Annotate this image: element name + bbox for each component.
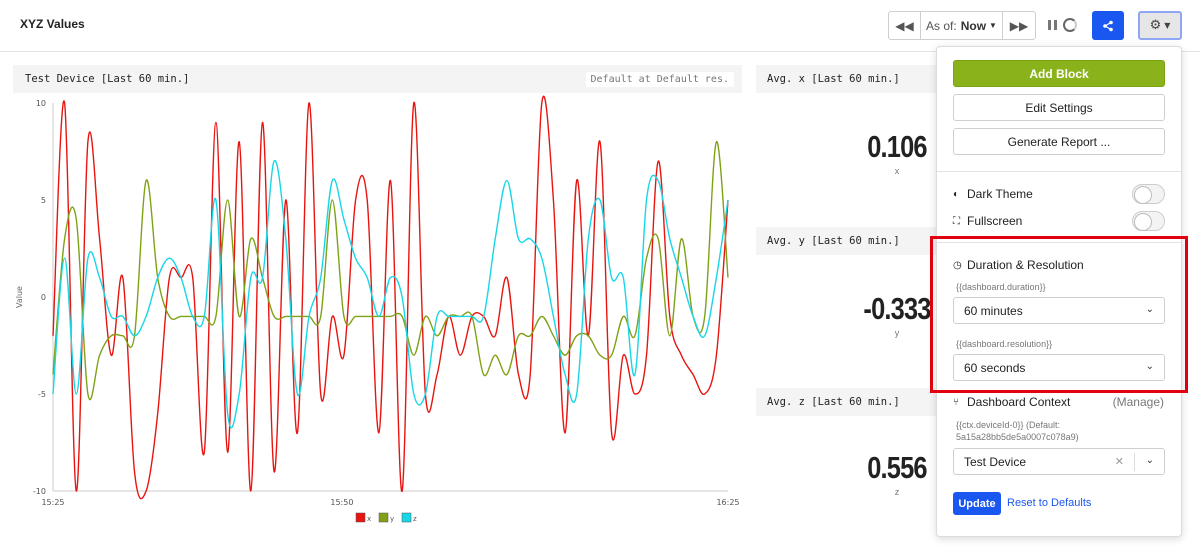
stat-panel-header: Avg. x [Last 60 min.] [756,65,936,93]
legend-label-y: y [390,515,394,523]
fast-forward-button[interactable]: ▶▶ [1003,12,1035,39]
chart-panel-header: Test Device [Last 60 min.] Default at De… [13,65,742,93]
x-tick-label: 16:25 [716,498,739,507]
y-tick-label: 5 [41,196,46,205]
generate-report-button[interactable]: Generate Report ... [953,128,1165,155]
fullscreen-label: Fullscreen [967,214,1023,228]
settings-button[interactable]: ⚙ ▼ [1138,11,1182,40]
gear-icon: ⚙ [1149,18,1162,33]
chart-panel-title: Test Device [Last 60 min.] [25,73,190,85]
y-axis-label: Value [15,286,24,308]
manage-link[interactable]: (Manage) [1113,395,1164,409]
stat-label: x [894,166,900,176]
share-icon [1103,20,1113,31]
y-tick-label: -10 [33,487,46,496]
as-of-label: As of: [926,18,957,33]
stat-panel-header: Avg. z [Last 60 min.] [756,388,936,416]
reset-defaults-link[interactable]: Reset to Defaults [1007,497,1091,509]
x-tick-label: 15:25 [41,498,64,507]
rewind-button[interactable]: ◀◀ [889,12,921,39]
stat-panel-title: Avg. y [Last 60 min.] [767,235,900,247]
series-line-z [52,160,729,429]
context-hint-line2: 5a15a28bb5de5a0007c078a9) [956,432,1079,442]
stat-label: z [894,487,900,497]
stat-value: 0.556 [867,450,927,485]
fast-forward-icon: ▶▶ [1009,18,1029,33]
device-value: Test Device [964,454,1027,469]
stat-panel-y: Avg. y [Last 60 min.] -0.333 y [756,227,936,375]
rewind-icon: ◀◀ [895,18,914,33]
stat-body: 0.106 x [756,93,936,213]
y-tick-label: 10 [36,99,46,108]
legend-swatch-y [378,512,389,523]
update-button[interactable]: Update [953,492,1001,515]
legend-swatch-x [355,512,366,523]
highlight-annotation [930,236,1188,393]
y-tick-label: -5 [38,390,46,399]
context-section-label: Dashboard Context [967,395,1071,409]
pause-icon[interactable] [1048,20,1058,30]
series-line-x [52,95,729,500]
dark-theme-toggle[interactable] [1132,184,1165,204]
fullscreen-icon: ⛶ [953,215,960,227]
dark-theme-row: ◐ Dark Theme [953,184,1165,204]
as-of-dropdown[interactable]: As of: Now ▼ [921,12,1003,39]
stat-label: y [894,328,900,338]
stat-body: -0.333 y [756,255,936,375]
add-block-button[interactable]: Add Block [953,60,1165,87]
legend-label-z: z [413,515,417,523]
fullscreen-toggle[interactable] [1132,211,1165,231]
clear-icon[interactable]: ✕ [1115,455,1124,468]
spinner-icon [1063,18,1077,32]
time-controls: ◀◀ As of: Now ▼ ▶▶ [888,11,1036,40]
caret-down-icon: ▼ [1164,21,1171,30]
legend-label-x: x [367,515,371,523]
fullscreen-row: ⛶ Fullscreen [953,211,1165,231]
context-section-title: ⑂ Dashboard Context [953,395,1070,409]
divider [937,171,1181,172]
stat-panel-title: Avg. z [Last 60 min.] [767,396,900,408]
stat-panel-title: Avg. x [Last 60 min.] [767,73,900,85]
dark-theme-label: Dark Theme [967,187,1033,201]
as-of-value: Now [960,18,987,33]
header-bar: XYZ Values ◀◀ As of: Now ▼ ▶▶ ⚙ ▼ [0,0,1200,52]
page-title: XYZ Values [20,17,85,31]
legend-swatch-z [401,512,412,523]
stat-value: 0.106 [867,129,927,164]
device-select[interactable]: Test Device ✕ ⌄ [953,448,1165,475]
stat-panel-z: Avg. z [Last 60 min.] 0.556 z [756,388,936,532]
nodes-icon: ⑂ [953,396,959,408]
line-chart[interactable]: 10 5 0 -5 -10 15:25 15:50 16:25 Value x y z [13,93,742,532]
resolution-badge[interactable]: Default at Default res. [585,71,734,87]
stat-panel-x: Avg. x [Last 60 min.] 0.106 x [756,65,936,213]
chart-panel: Test Device [Last 60 min.] Default at De… [13,65,742,532]
stat-value: -0.333 [863,291,931,326]
context-hint-line1: {{ctx.deviceId-0}} (Default: [956,420,1061,430]
edit-settings-button[interactable]: Edit Settings [953,94,1165,121]
chevron-down-icon: ⌄ [1145,455,1154,466]
x-tick-label: 15:50 [330,498,353,507]
y-tick-label: 0 [41,293,46,302]
stat-panel-header: Avg. y [Last 60 min.] [756,227,936,255]
share-button[interactable] [1092,11,1124,40]
stat-body: 0.556 z [756,416,936,532]
contrast-icon: ◐ [953,188,960,200]
caret-down-icon: ▼ [989,21,997,30]
chart-area: 10 5 0 -5 -10 15:25 15:50 16:25 Value x y z [13,93,742,532]
select-separator [1134,453,1135,471]
